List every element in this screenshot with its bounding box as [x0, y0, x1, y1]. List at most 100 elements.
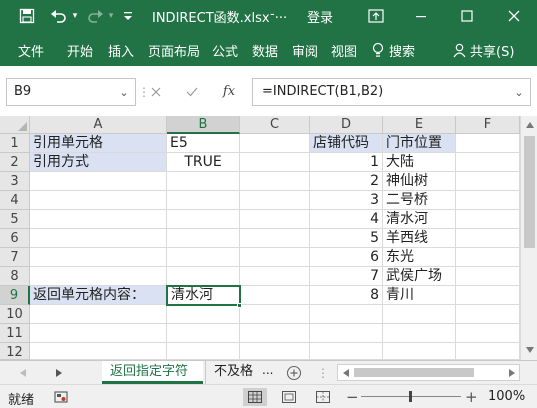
- ribbon-display-icon[interactable]: [367, 7, 385, 25]
- undo-icon[interactable]: [48, 7, 70, 25]
- cell-e1[interactable]: 门市位置: [383, 134, 456, 153]
- cell-c3[interactable]: [240, 172, 310, 191]
- zoom-in-button[interactable]: +: [465, 388, 478, 406]
- vertical-scroll-thumb[interactable]: [524, 136, 535, 248]
- cell-d5[interactable]: 4: [310, 210, 383, 229]
- cell-e7[interactable]: 东光: [383, 248, 456, 267]
- cell-a11[interactable]: [30, 324, 167, 343]
- undo-dropdown-icon[interactable]: ▾: [70, 9, 80, 23]
- tab-home[interactable]: 开始: [67, 41, 93, 60]
- cell-d11[interactable]: [310, 324, 383, 343]
- scroll-down-icon[interactable]: [524, 345, 535, 355]
- cell-b7[interactable]: [167, 248, 240, 267]
- row-header-8[interactable]: 8: [0, 267, 30, 286]
- cell-f4[interactable]: [456, 191, 520, 210]
- select-all-corner[interactable]: [0, 116, 30, 134]
- cell-a6[interactable]: [30, 229, 167, 248]
- cell-f3[interactable]: [456, 172, 520, 191]
- zoom-slider-thumb[interactable]: [409, 391, 412, 402]
- cell-b2[interactable]: TRUE: [167, 153, 240, 172]
- cell-c12[interactable]: [240, 343, 310, 360]
- macro-record-icon[interactable]: [53, 389, 69, 405]
- row-header-9[interactable]: 9: [0, 286, 30, 305]
- row-header-5[interactable]: 5: [0, 210, 30, 229]
- cell-d3[interactable]: 2: [310, 172, 383, 191]
- cell-f9[interactable]: [456, 286, 520, 305]
- column-header-e[interactable]: E: [383, 116, 456, 134]
- share-button[interactable]: 共享(S): [470, 41, 514, 60]
- tab-scroll-right-icon[interactable]: [54, 367, 64, 379]
- scroll-right-icon[interactable]: [508, 368, 516, 378]
- cancel-icon[interactable]: [148, 84, 164, 100]
- cell-f7[interactable]: [456, 248, 520, 267]
- customize-icon[interactable]: [121, 7, 135, 25]
- insert-function-icon[interactable]: fx: [219, 82, 239, 100]
- lightbulb-icon[interactable]: [371, 41, 385, 59]
- active-cell-b9[interactable]: 清水河: [166, 285, 241, 306]
- normal-view-icon[interactable]: [243, 388, 267, 406]
- cell-a4[interactable]: [30, 191, 167, 210]
- cell-e3[interactable]: 神仙树: [383, 172, 456, 191]
- cell-d2[interactable]: 1: [310, 153, 383, 172]
- cell-c4[interactable]: [240, 191, 310, 210]
- cell-f2[interactable]: [456, 153, 520, 172]
- cell-e10[interactable]: [383, 305, 456, 324]
- page-break-view-icon[interactable]: [311, 388, 335, 406]
- cell-f11[interactable]: [456, 324, 520, 343]
- cell-c8[interactable]: [240, 267, 310, 286]
- cell-b8[interactable]: [167, 267, 240, 286]
- row-header-6[interactable]: 6: [0, 229, 30, 248]
- column-header-d[interactable]: D: [310, 116, 383, 134]
- cell-c6[interactable]: [240, 229, 310, 248]
- cell-d6[interactable]: 5: [310, 229, 383, 248]
- tab-insert[interactable]: 插入: [108, 41, 134, 60]
- login-link[interactable]: 登录: [307, 7, 333, 26]
- cell-d9[interactable]: 8: [310, 286, 383, 305]
- formula-bar-divider-icon[interactable]: ⋮: [138, 80, 150, 104]
- cell-d1[interactable]: 店铺代码: [310, 134, 383, 153]
- column-header-a[interactable]: A: [30, 116, 167, 134]
- row-header-2[interactable]: 2: [0, 153, 30, 172]
- cell-e12[interactable]: [383, 343, 456, 360]
- tab-file[interactable]: 文件: [18, 41, 44, 60]
- cell-a8[interactable]: [30, 267, 167, 286]
- horizontal-scroll-thumb[interactable]: [354, 368, 474, 377]
- cell-d8[interactable]: 7: [310, 267, 383, 286]
- cell-d4[interactable]: 3: [310, 191, 383, 210]
- cell-b3[interactable]: [167, 172, 240, 191]
- column-header-f[interactable]: F: [456, 116, 520, 134]
- cell-c11[interactable]: [240, 324, 310, 343]
- maximize-icon[interactable]: [458, 7, 476, 25]
- cell-e8[interactable]: 武侯广场: [383, 267, 456, 286]
- close-icon[interactable]: [505, 7, 523, 25]
- page-layout-view-icon[interactable]: [277, 388, 301, 406]
- cell-b1[interactable]: E5: [167, 134, 240, 153]
- cell-a1[interactable]: 引用单元格: [30, 134, 167, 153]
- cell-e4[interactable]: 二号桥: [383, 191, 456, 210]
- row-header-11[interactable]: 11: [0, 324, 30, 343]
- cell-f1[interactable]: [456, 134, 520, 153]
- cell-b11[interactable]: [167, 324, 240, 343]
- tab-scroll-left-icon[interactable]: [18, 367, 28, 379]
- tab-page-layout[interactable]: 页面布局: [148, 41, 200, 60]
- cell-d7[interactable]: 6: [310, 248, 383, 267]
- column-header-b[interactable]: B: [167, 116, 240, 134]
- cell-f12[interactable]: [456, 343, 520, 360]
- cell-f10[interactable]: [456, 305, 520, 324]
- tab-review[interactable]: 审阅: [292, 41, 318, 60]
- cell-c1[interactable]: [240, 134, 310, 153]
- cell-e5[interactable]: 清水河: [383, 210, 456, 229]
- chevron-down-icon[interactable]: ⌄: [118, 85, 130, 99]
- tab-data[interactable]: 数据: [252, 41, 278, 60]
- sheet-tab-other[interactable]: 不及格: [205, 361, 263, 384]
- column-header-c[interactable]: C: [240, 116, 310, 134]
- scroll-left-icon[interactable]: [342, 368, 350, 378]
- scroll-up-icon[interactable]: [524, 120, 535, 130]
- cell-a7[interactable]: [30, 248, 167, 267]
- cell-e6[interactable]: 羊西线: [383, 229, 456, 248]
- row-header-12[interactable]: 12: [0, 343, 30, 360]
- row-header-3[interactable]: 3: [0, 172, 30, 191]
- cell-c10[interactable]: [240, 305, 310, 324]
- cell-b6[interactable]: [167, 229, 240, 248]
- cell-b5[interactable]: [167, 210, 240, 229]
